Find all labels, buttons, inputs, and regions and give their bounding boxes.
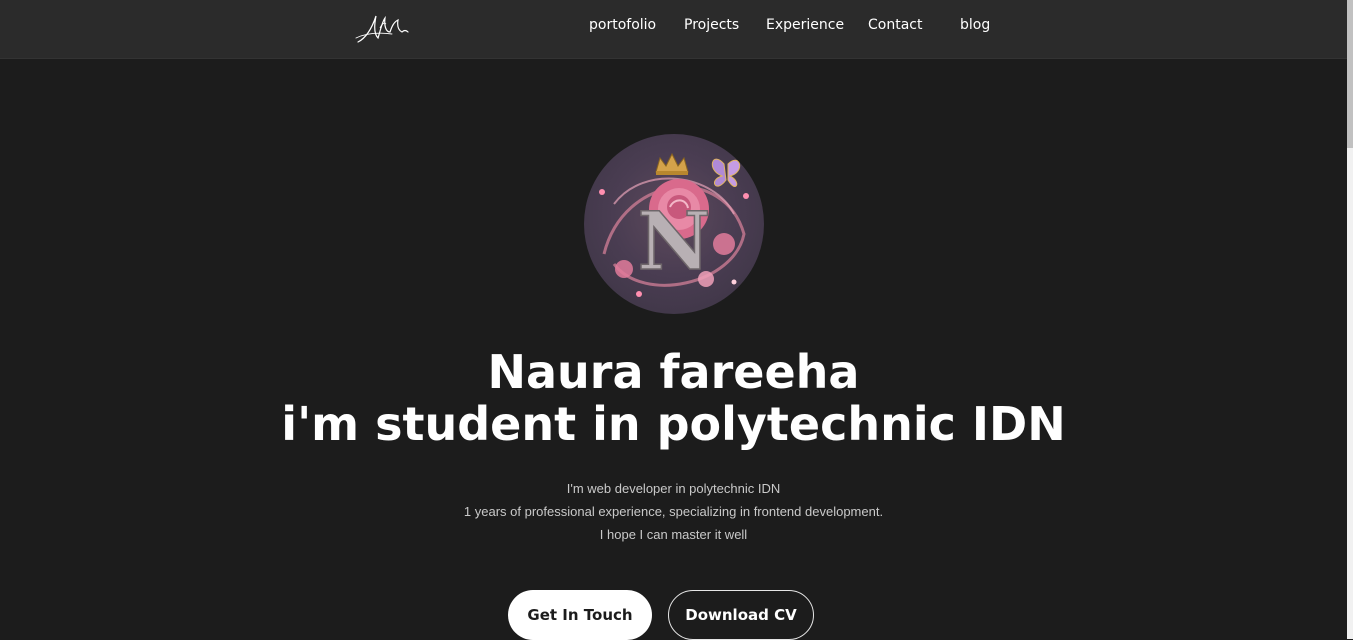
download-cv-button[interactable]: Download CV — [668, 590, 814, 640]
nav-link-portfolio[interactable]: portofolio — [589, 17, 656, 33]
hero-description-line-1: I'm web developer in polytechnic IDN — [566, 481, 781, 496]
nav-link-blog[interactable]: blog — [960, 17, 990, 33]
nav-link-experience[interactable]: Experience — [766, 17, 844, 33]
get-in-touch-button[interactable]: Get In Touch — [508, 590, 652, 640]
hero-description-line-3: I hope I can master it well — [599, 527, 748, 542]
navbar: portofolio Projects Experience Contact b… — [0, 0, 1347, 59]
nav-link-contact[interactable]: Contact — [868, 17, 922, 33]
scrollbar[interactable] — [1347, 0, 1353, 639]
profile-avatar: N — [584, 134, 764, 314]
avatar-illustration: N — [599, 152, 749, 297]
avatar-letter: N — [637, 194, 710, 288]
hero-tagline: i'm student in polytechnic IDN — [281, 397, 1066, 451]
signature-logo[interactable] — [352, 8, 412, 48]
nav-link-projects[interactable]: Projects — [684, 17, 739, 33]
hero-description-line-2: 1 years of professional experience, spec… — [463, 504, 884, 519]
scrollbar-thumb[interactable] — [1347, 0, 1353, 148]
hero-name: Naura fareeha — [487, 345, 860, 399]
